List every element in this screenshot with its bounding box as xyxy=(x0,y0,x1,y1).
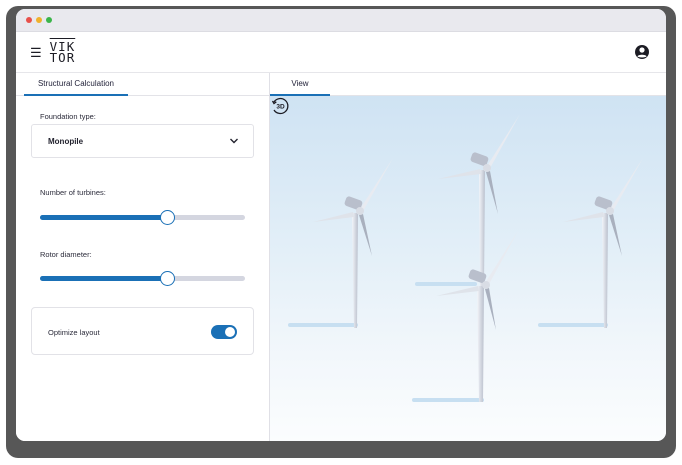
slider-thumb[interactable] xyxy=(160,271,176,286)
right-tab-bar: View xyxy=(270,73,666,96)
tab-view[interactable]: View xyxy=(270,73,330,96)
foundation-type-label: Foundation type: xyxy=(40,112,96,121)
logo: VIK TOR xyxy=(49,40,76,65)
optimize-layout-card: Optimize layout xyxy=(31,307,254,355)
wind-farm-render xyxy=(288,114,643,402)
number-of-turbines-label: Number of turbines: xyxy=(40,188,106,197)
foundation-type-select[interactable]: Monopile xyxy=(31,124,254,158)
rotor-diameter-label: Rotor diameter: xyxy=(40,250,92,259)
maximize-dot[interactable] xyxy=(46,17,52,23)
foundation-type-value: Monopile xyxy=(48,137,84,146)
tab-structural-calculation[interactable]: Structural Calculation xyxy=(24,73,128,96)
app-header: ☰ VIK TOR xyxy=(16,32,666,73)
3d-scene[interactable]: 3D xyxy=(270,96,666,441)
wind-turbine xyxy=(538,158,643,328)
app-window: ☰ VIK TOR Structural Calculation Foundat… xyxy=(16,9,666,441)
left-tab-bar: Structural Calculation xyxy=(16,73,269,96)
close-dot[interactable] xyxy=(26,17,32,23)
rotor-diameter-slider[interactable] xyxy=(40,271,245,286)
wind-turbine xyxy=(415,114,520,286)
user-circle-icon[interactable] xyxy=(634,44,650,60)
hamburger-icon[interactable]: ☰ xyxy=(30,46,42,59)
slider-fill xyxy=(40,215,168,220)
chevron-down-icon xyxy=(230,138,238,144)
slider-fill xyxy=(40,276,168,281)
number-of-turbines-slider[interactable] xyxy=(40,210,245,225)
parameters-panel: Structural Calculation Foundation type: … xyxy=(16,73,270,441)
rotate-3d-icon[interactable]: 3D xyxy=(270,96,290,116)
logo-bottom: TOR xyxy=(49,50,76,65)
optimize-layout-toggle[interactable] xyxy=(211,325,237,339)
optimize-layout-label: Optimize layout xyxy=(48,328,100,337)
wind-turbine xyxy=(412,231,518,402)
slider-thumb[interactable] xyxy=(160,210,176,225)
main-area: Structural Calculation Foundation type: … xyxy=(16,73,666,441)
wind-turbine xyxy=(288,158,393,328)
title-bar xyxy=(16,9,666,32)
minimize-dot[interactable] xyxy=(36,17,42,23)
view-panel: View 3D xyxy=(270,73,666,441)
view-mode-label: 3D xyxy=(276,104,285,111)
toggle-knob xyxy=(225,327,235,337)
